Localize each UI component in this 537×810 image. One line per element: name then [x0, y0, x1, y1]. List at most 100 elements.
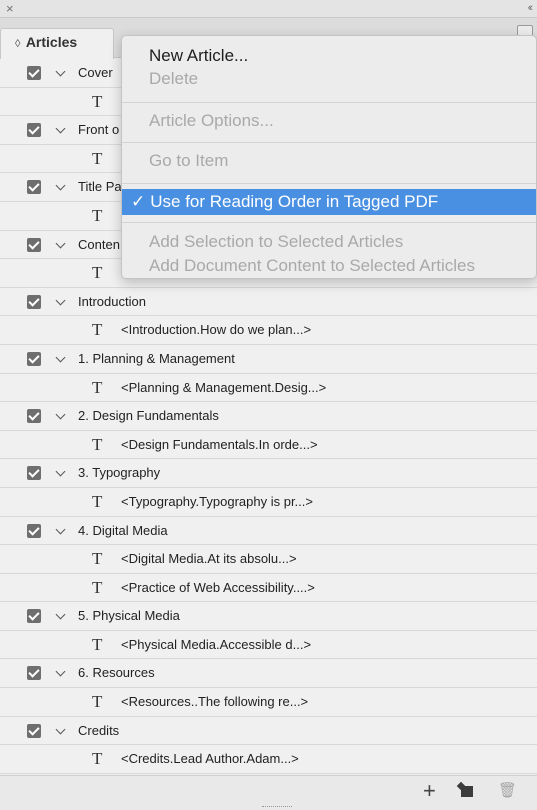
- text-frame-icon: T: [92, 377, 103, 397]
- menu-item-use-for-reading-order[interactable]: ✓ Use for Reading Order in Tagged PDF: [122, 189, 536, 215]
- article-item-row[interactable]: T <Typography.Typography is pr...>: [0, 487, 537, 517]
- article-row[interactable]: 4. Digital Media: [0, 516, 537, 546]
- chevron-down-icon[interactable]: [55, 609, 66, 620]
- article-label: 1. Planning & Management: [78, 350, 235, 366]
- article-item-label: <Resources..The following re...>: [121, 694, 309, 710]
- article-item-label: <Physical Media.Accessible d...>: [121, 636, 312, 652]
- checkbox[interactable]: [27, 466, 41, 481]
- text-frame-icon: T: [92, 263, 103, 283]
- text-frame-icon: T: [92, 577, 103, 597]
- article-item-label: <Practice of Web Accessibility....>: [121, 579, 315, 595]
- menu-separator: [122, 222, 536, 223]
- chevron-down-icon[interactable]: [55, 123, 66, 134]
- chevron-down-icon[interactable]: [55, 295, 66, 306]
- article-row[interactable]: 3. Typography: [0, 459, 537, 488]
- menu-item-use-for-reading-order-label: Use for Reading Order in Tagged PDF: [150, 192, 439, 211]
- article-row[interactable]: 2. Design Fundamentals: [0, 402, 537, 431]
- menu-item-delete[interactable]: Delete: [122, 69, 536, 89]
- tab-articles-label: Articles: [25, 34, 78, 50]
- checkbox[interactable]: [27, 523, 41, 538]
- panel-bottom-bar: + 🗑: [0, 775, 537, 810]
- text-frame-icon: T: [92, 148, 103, 168]
- article-label: Introduction: [78, 293, 146, 309]
- menu-item-add-selection[interactable]: Add Selection to Selected Articles: [122, 232, 536, 252]
- tab-reorder-icon: ◊: [15, 38, 21, 50]
- article-row[interactable]: Introduction: [0, 287, 537, 317]
- menu-item-new-article[interactable]: New Article...: [122, 46, 536, 66]
- menu-item-add-document-content[interactable]: Add Document Content to Selected Article…: [122, 256, 536, 276]
- article-label: Front o: [78, 122, 120, 138]
- article-item-row[interactable]: T <Credits.Lead Author.Adam...>: [0, 745, 537, 774]
- chevron-down-icon[interactable]: [55, 466, 66, 477]
- menu-separator: [122, 183, 536, 184]
- chevron-down-icon[interactable]: [55, 724, 66, 735]
- text-frame-icon: T: [92, 692, 103, 712]
- checkbox[interactable]: [27, 666, 41, 681]
- close-icon[interactable]: ×: [6, 0, 14, 18]
- menu-item-go-to-item[interactable]: Go to Item: [122, 151, 536, 171]
- article-item-row[interactable]: T <Design Fundamentals.In orde...>: [0, 430, 537, 460]
- resize-grip[interactable]: [262, 806, 292, 809]
- new-article-icon[interactable]: [461, 786, 473, 797]
- articles-panel: × ‹‹ ◊ Articles Cover T Front o T Title Pa T C…: [0, 0, 537, 810]
- panel-titlebar: × ‹‹: [0, 0, 537, 18]
- article-row[interactable]: 5. Physical Media: [0, 602, 537, 631]
- add-icon[interactable]: +: [423, 780, 436, 802]
- text-frame-icon: T: [92, 634, 103, 654]
- checkmark-icon: ✓: [131, 192, 146, 211]
- article-label: Credits: [78, 722, 120, 738]
- chevron-down-icon[interactable]: [55, 66, 66, 77]
- menu-separator: [122, 142, 536, 143]
- article-item-label: <Planning & Management.Desig...>: [121, 379, 327, 395]
- chevron-down-icon[interactable]: [55, 524, 66, 534]
- menu-separator: [122, 102, 536, 103]
- article-item-row[interactable]: T <Resources..The following re...>: [0, 688, 537, 717]
- article-item-row[interactable]: T <Introduction.How do we plan...>: [0, 316, 537, 345]
- article-label: 2. Design Fundamentals: [78, 408, 219, 424]
- article-item-label: <Introduction.How do we plan...>: [121, 322, 312, 338]
- article-item-row[interactable]: T <Planning & Management.Desig...>: [0, 373, 537, 403]
- checkbox[interactable]: [27, 294, 41, 309]
- trash-icon[interactable]: 🗑: [498, 781, 517, 801]
- checkbox[interactable]: [27, 609, 41, 624]
- text-frame-icon: T: [92, 549, 103, 569]
- article-label: 4. Digital Media: [78, 522, 168, 538]
- article-label: 6. Resources: [78, 665, 155, 681]
- article-item-row[interactable]: T <Practice of Web Accessibility....>: [0, 573, 537, 603]
- panel-flyout-menu: New Article... Delete Article Options...…: [121, 35, 537, 279]
- checkbox[interactable]: [27, 123, 41, 138]
- article-label: 5. Physical Media: [78, 608, 180, 624]
- checkbox[interactable]: [27, 66, 41, 80]
- article-item-label: <Typography.Typography is pr...>: [121, 493, 313, 509]
- article-row[interactable]: 1. Planning & Management: [0, 344, 537, 374]
- text-frame-icon: T: [92, 491, 103, 511]
- checkbox[interactable]: [27, 180, 41, 195]
- checkbox[interactable]: [27, 351, 41, 366]
- chevron-down-icon[interactable]: [55, 352, 66, 363]
- text-frame-icon: T: [92, 205, 103, 225]
- checkbox[interactable]: [27, 723, 41, 738]
- chevron-down-icon[interactable]: [55, 667, 66, 677]
- chevron-down-icon[interactable]: [55, 238, 66, 249]
- text-frame-icon: T: [92, 434, 103, 454]
- tab-articles[interactable]: ◊ Articles: [0, 28, 114, 59]
- article-label: Conten: [78, 236, 120, 252]
- article-label: Title Pa: [78, 179, 122, 195]
- collapse-icon[interactable]: ‹‹: [528, 0, 534, 16]
- article-row[interactable]: Credits: [0, 716, 537, 746]
- chevron-down-icon[interactable]: [55, 180, 66, 191]
- checkbox[interactable]: [27, 409, 41, 424]
- text-frame-icon: T: [92, 320, 103, 340]
- article-item-row[interactable]: T <Physical Media.Accessible d...>: [0, 630, 537, 660]
- article-item-label: <Credits.Lead Author.Adam...>: [121, 751, 299, 767]
- article-item-row[interactable]: T <Digital Media.At its absolu...>: [0, 545, 537, 574]
- article-label: 3. Typography: [78, 465, 161, 481]
- article-label: Cover: [78, 65, 113, 80]
- article-row[interactable]: 6. Resources: [0, 659, 537, 689]
- chevron-down-icon[interactable]: [55, 409, 66, 420]
- article-item-label: <Design Fundamentals.In orde...>: [121, 436, 318, 452]
- text-frame-icon: T: [92, 749, 103, 769]
- menu-item-article-options[interactable]: Article Options...: [122, 111, 536, 131]
- text-frame-icon: T: [92, 91, 103, 111]
- checkbox[interactable]: [27, 237, 41, 252]
